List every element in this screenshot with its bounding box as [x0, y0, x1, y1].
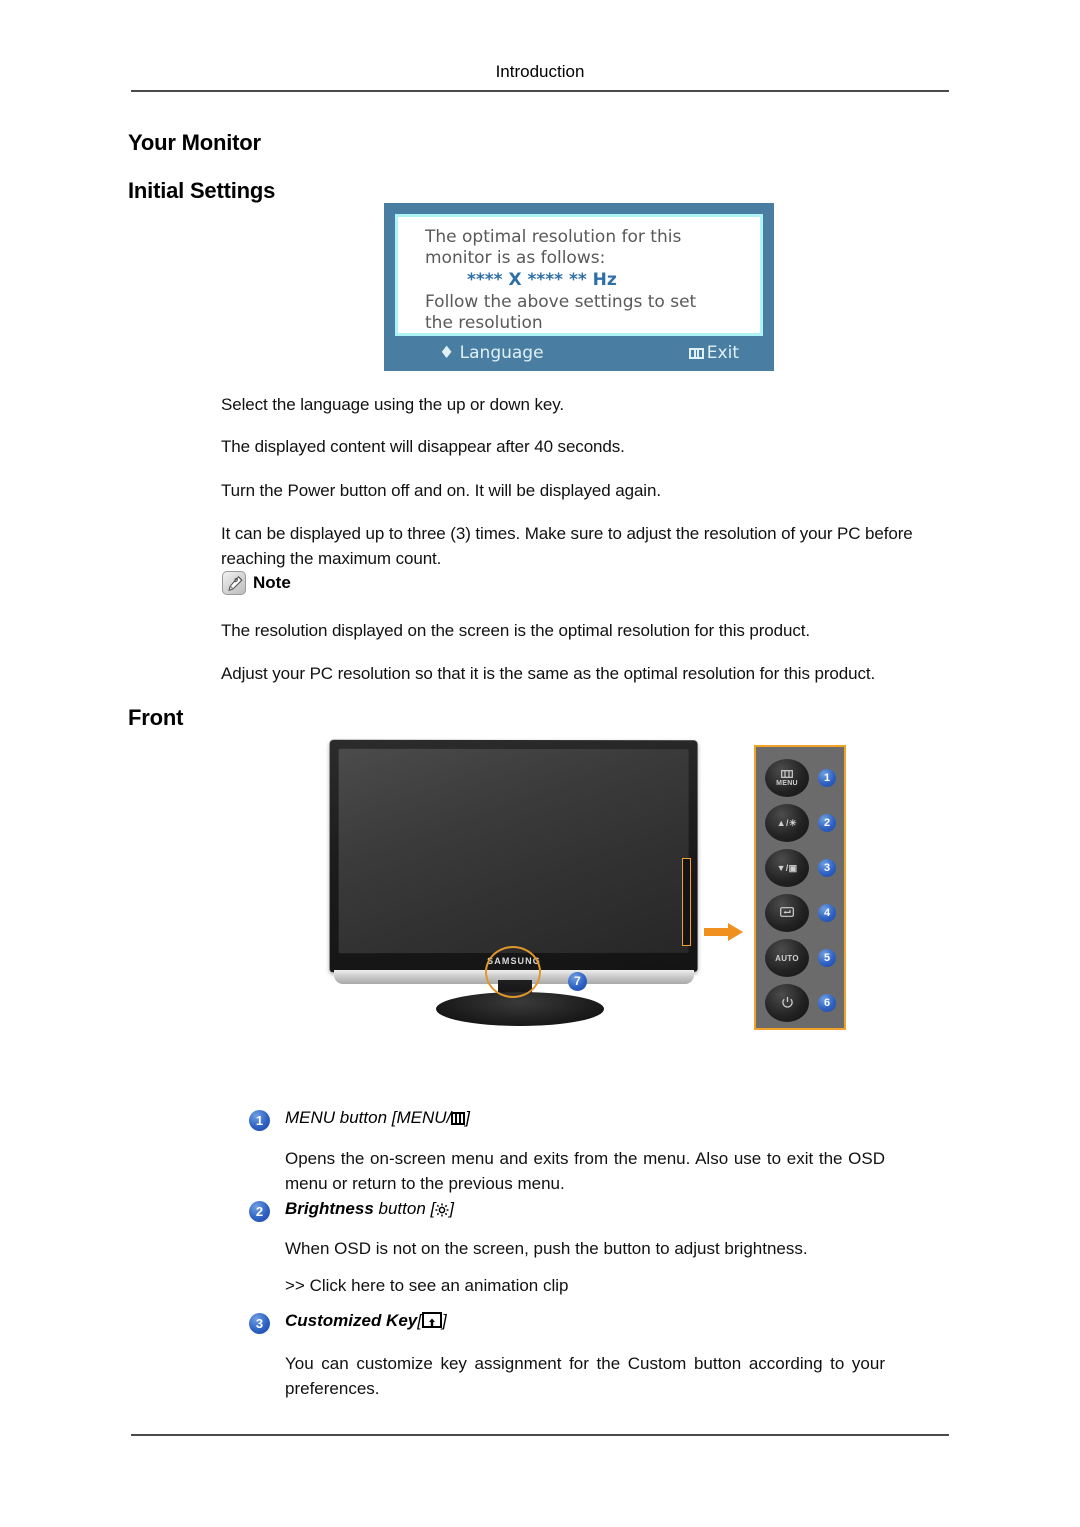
panel-button-up-brightness[interactable]: ▲/☀ [765, 804, 809, 842]
down-customized-icon: ▼/▣ [776, 862, 798, 873]
up-brightness-icon: ▲/☀ [776, 817, 798, 828]
monitor-screen [338, 748, 689, 954]
panel-number-1: 1 [818, 769, 836, 787]
item-title-menu-button: MENU button [MENU/] [285, 1108, 470, 1128]
item-title-bold-3: Customized Key [285, 1311, 418, 1330]
monitor-bezel: SAMSUNG [329, 739, 698, 973]
note-callout: Note [222, 571, 291, 595]
item-badge-2: 2 [249, 1201, 270, 1222]
panel-number-2: 2 [818, 814, 836, 832]
item-title-brightness-button: Brightness button [] [285, 1199, 454, 1219]
page-title-your-monitor: Your Monitor [128, 130, 261, 155]
enter-icon [780, 907, 794, 919]
item-badge-1: 1 [249, 1110, 270, 1131]
osd-line-1: The optimal resolution for this [425, 227, 682, 247]
auto-icon: AUTO [775, 953, 799, 963]
item-title-text-1: MENU button [MENU/ [285, 1108, 452, 1127]
up-down-arrow-icon: ♦ [439, 343, 455, 363]
osd-line-3: Follow the above settings to set [425, 292, 697, 312]
section-title-initial-settings: Initial Settings [128, 178, 276, 203]
zoom-pointer-arrow-icon [704, 922, 744, 942]
panel-button-power[interactable] [765, 984, 809, 1022]
footer-divider [131, 1434, 949, 1436]
item-title-tail-3: ] [441, 1311, 447, 1330]
animation-clip-link[interactable]: >> Click here to see an animation clip [285, 1276, 569, 1296]
item-body-customized-key: You can customize key assignment for the… [285, 1354, 885, 1398]
paragraph-note-resolution: The resolution displayed on the screen i… [221, 621, 811, 640]
osd-line-4: the resolution [425, 313, 543, 333]
paragraph-power-button: Turn the Power button off and on. It wil… [221, 481, 661, 500]
panel-button-menu[interactable]: MENU [765, 759, 809, 797]
control-panel-zoom: MENU 1 ▲/☀ 2 ▼/▣ 3 4 AUTO 5 6 [754, 745, 846, 1030]
note-pen-icon [222, 571, 246, 595]
box-up-arrow-icon [421, 1312, 442, 1328]
panel-button-auto[interactable]: AUTO [765, 939, 809, 977]
menu-bars-icon [451, 1112, 466, 1125]
panel-button-down-customized[interactable]: ▼/▣ [765, 849, 809, 887]
header-divider [131, 90, 949, 92]
control-panel-highlight-strip [682, 858, 691, 946]
osd-line-2: monitor is as follows: [425, 248, 606, 268]
item-title-tail-1: ] [465, 1108, 470, 1127]
osd-exit-control[interactable]: Exit [688, 343, 739, 363]
item-body-brightness-button: When OSD is not on the screen, push the … [285, 1239, 808, 1258]
callout-badge-7: 7 [568, 972, 587, 991]
monitor-illustration: SAMSUNG 7 [329, 739, 700, 1026]
panel-number-4: 4 [818, 904, 836, 922]
item-title-customized-key: Customized Key[] [285, 1311, 447, 1331]
item-badge-3: 3 [249, 1313, 270, 1334]
panel-button-enter[interactable] [765, 894, 809, 932]
power-indicator-highlight-circle [485, 946, 541, 998]
paragraph-content-disappear: The displayed content will disappear aft… [221, 437, 625, 456]
paragraph-select-language: Select the language using the up or down… [221, 395, 564, 414]
osd-resolution-value: **** X **** ** Hz [467, 270, 617, 290]
panel-number-5: 5 [818, 949, 836, 967]
osd-message-figure: The optimal resolution for this monitor … [384, 203, 774, 371]
panel-button-menu-label: MENU [776, 779, 798, 787]
document-page: Introduction Your Monitor Initial Settin… [0, 0, 1080, 1527]
item-body-menu-button: Opens the on-screen menu and exits from … [285, 1149, 885, 1193]
osd-language-label: Language [459, 343, 544, 363]
note-label: Note [253, 573, 291, 592]
running-header: Introduction [495, 62, 585, 81]
menu-icon [688, 348, 704, 359]
osd-exit-label: Exit [706, 343, 739, 363]
osd-bottom-bar: ♦ Language Exit [395, 343, 763, 367]
sun-brightness-icon [435, 1202, 449, 1217]
paragraph-three-times: It can be displayed up to three (3) time… [221, 524, 913, 568]
section-title-front: Front [128, 705, 184, 730]
osd-language-control[interactable]: ♦ Language [439, 343, 544, 363]
item-title-bold-2: Brightness [285, 1199, 374, 1218]
paragraph-note-adjust: Adjust your PC resolution so that it is … [221, 664, 876, 683]
menu-icon [781, 769, 793, 780]
panel-number-3: 3 [818, 859, 836, 877]
item-title-text-2: button [ [373, 1199, 436, 1218]
monitor-front-figure: SAMSUNG 7 MENU 1 ▲/☀ 2 ▼/▣ 3 4 AUTO 5 6 [329, 739, 850, 1070]
panel-number-6: 6 [818, 994, 836, 1012]
power-icon [781, 996, 794, 1011]
item-title-tail-2: ] [449, 1199, 454, 1218]
osd-message-body: The optimal resolution for this monitor … [395, 214, 763, 336]
